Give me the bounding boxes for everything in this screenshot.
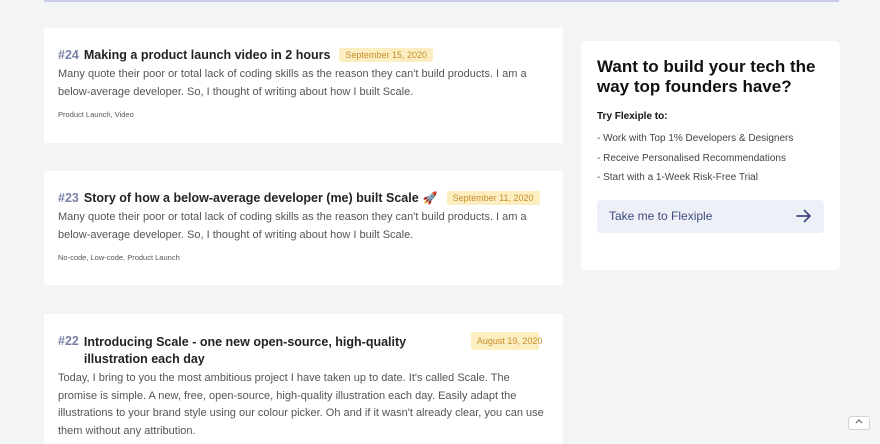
take-me-to-flexiple-button[interactable]: Take me to Flexiple <box>597 199 824 233</box>
rocket-icon: 🚀 <box>422 191 438 205</box>
post-tags: No-code, Low-code, Product Launch <box>58 253 180 262</box>
post-excerpt: Today, I bring to you the most ambitious… <box>58 372 544 437</box>
promo-benefit: - Start with a 1-Week Risk-Free Trial <box>597 172 758 183</box>
promo-title: Want to build your tech the way top foun… <box>597 57 816 96</box>
post-tags: Product Launch, Video <box>58 110 134 119</box>
arrow-right-icon <box>796 209 811 223</box>
promo-benefits-list: - Work with Top 1% Developers & Designer… <box>597 129 824 188</box>
post-card-22[interactable]: #22 Introducing Scale - one new open-sou… <box>44 314 563 444</box>
post-card-23[interactable]: #23 Story of how a below-average develop… <box>44 171 563 285</box>
post-date-badge: September 11, 2020 <box>446 191 540 205</box>
post-excerpt: Many quote their poor or total lack of c… <box>58 68 527 98</box>
header-divider <box>44 0 839 2</box>
post-number: #24 <box>58 48 79 62</box>
post-title[interactable]: Introducing Scale - one new open-source,… <box>84 334 454 368</box>
promo-benefit: - Work with Top 1% Developers & Designer… <box>597 133 794 144</box>
chevron-up-icon <box>855 419 863 424</box>
post-number: #23 <box>58 191 79 205</box>
post-header: #23 Story of how a below-average develop… <box>58 191 549 205</box>
promo-benefit: - Receive Personalised Recommendations <box>597 152 786 164</box>
cta-label: Take me to Flexiple <box>609 209 713 223</box>
post-header: #24 Making a product launch video in 2 h… <box>58 48 549 62</box>
promo-subtitle: Try Flexiple to: <box>597 111 668 122</box>
flexiple-promo-card: Want to build your tech the way top foun… <box>581 41 840 270</box>
post-excerpt: Many quote their poor or total lack of c… <box>58 211 527 241</box>
post-header: #22 Introducing Scale - one new open-sou… <box>58 332 549 368</box>
post-date-badge: August 19, 2020 <box>470 332 542 350</box>
post-date-badge: September 15, 2020 <box>339 48 433 62</box>
post-title[interactable]: Story of how a below-average developer (… <box>84 191 419 205</box>
post-number: #22 <box>58 334 79 348</box>
post-card-24[interactable]: #24 Making a product launch video in 2 h… <box>44 28 563 143</box>
post-title[interactable]: Making a product launch video in 2 hours <box>84 48 331 62</box>
